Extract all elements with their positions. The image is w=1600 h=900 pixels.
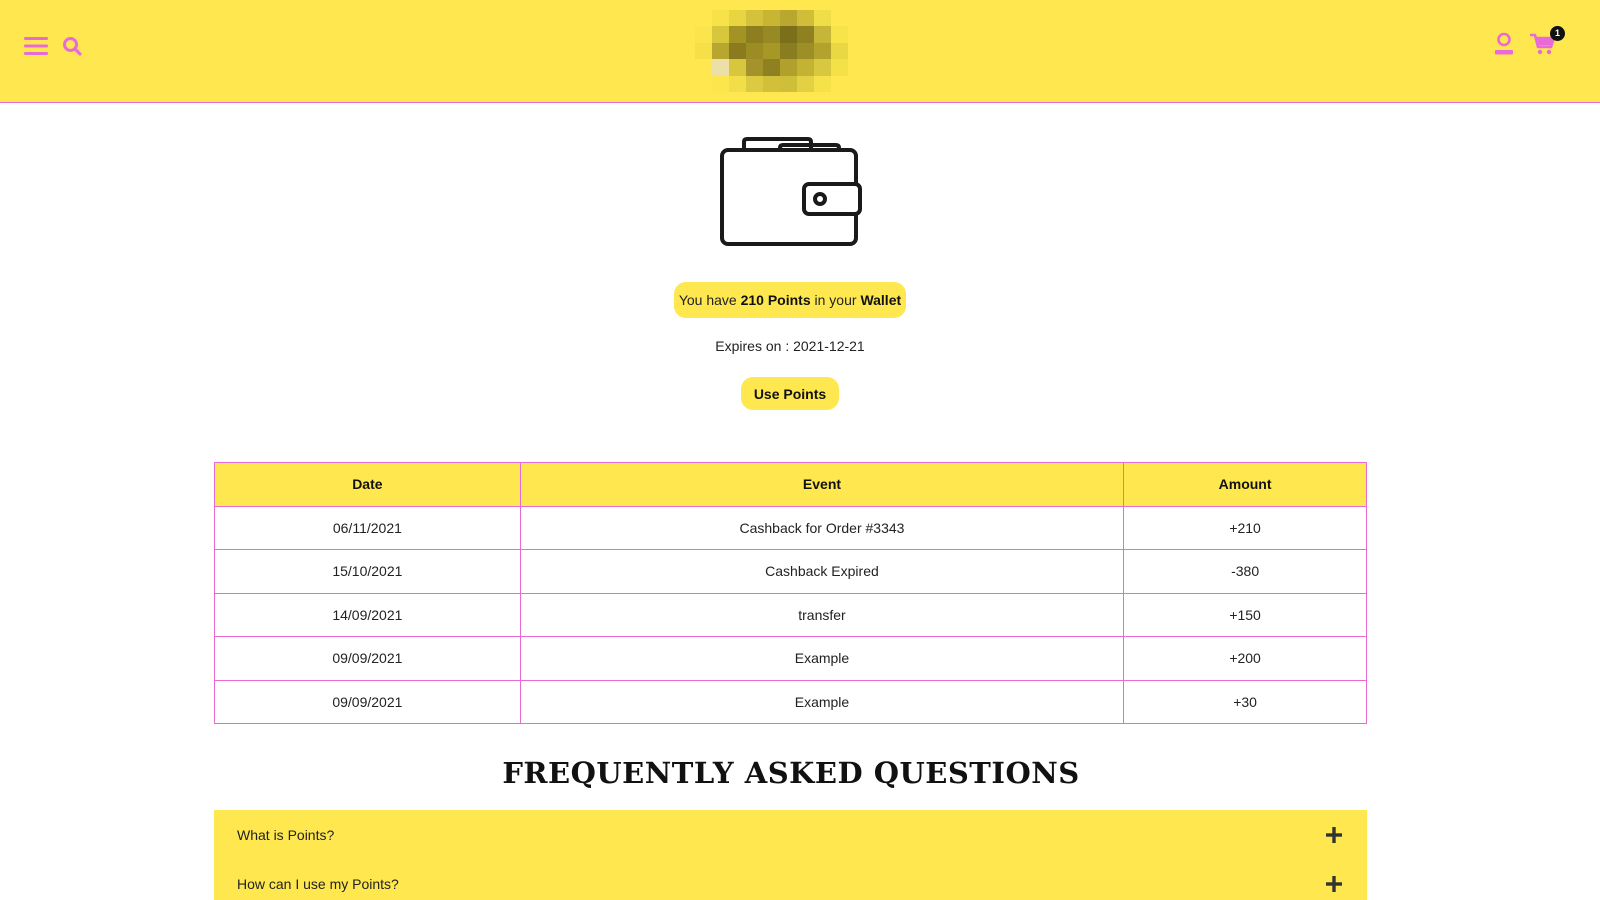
- points-value: 210 Points: [740, 292, 811, 308]
- cell-amount: -380: [1123, 549, 1367, 594]
- hamburger-menu-icon[interactable]: [24, 36, 48, 56]
- cell-amount: +200: [1123, 636, 1367, 681]
- wallet-icon: [718, 136, 868, 248]
- search-icon[interactable]: [62, 36, 82, 56]
- cell-date: 06/11/2021: [214, 505, 521, 550]
- site-header: 1: [0, 0, 1600, 103]
- use-points-button[interactable]: Use Points: [741, 377, 839, 410]
- cell-event: Example: [519, 636, 1125, 681]
- faq-title: FREQUENTLY ASKED QUESTIONS: [502, 756, 1080, 790]
- points-history-table: Date Event Amount 06/11/2021 Cashback fo…: [214, 462, 1367, 724]
- cell-event: Example: [519, 679, 1125, 724]
- faq-question: What is Points?: [237, 826, 335, 843]
- table-row: 09/09/2021 Example +200: [214, 636, 1367, 681]
- wallet-label: Wallet: [860, 292, 902, 308]
- table-row: 14/09/2021 transfer +150: [214, 592, 1367, 637]
- cell-date: 15/10/2021: [214, 549, 521, 594]
- cell-event: transfer: [519, 592, 1125, 637]
- header-left-controls: [24, 36, 82, 56]
- table-row: 06/11/2021 Cashback for Order #3343 +210: [214, 505, 1367, 550]
- faq-accordion: What is Points? How can I use my Points?: [214, 810, 1367, 900]
- user-icon[interactable]: [1494, 32, 1514, 56]
- cell-event: Cashback Expired: [519, 549, 1125, 594]
- plus-icon[interactable]: [1325, 875, 1343, 893]
- plus-icon[interactable]: [1325, 826, 1343, 844]
- column-header-amount: Amount: [1123, 462, 1367, 507]
- cell-date: 14/09/2021: [214, 592, 521, 637]
- faq-item-how-use-points[interactable]: How can I use my Points?: [214, 859, 1367, 900]
- faq-item-what-is-points[interactable]: What is Points?: [214, 810, 1367, 859]
- header-right-controls: 1: [1494, 26, 1565, 56]
- table-row: 15/10/2021 Cashback Expired -380: [214, 549, 1367, 594]
- cell-event: Cashback for Order #3343: [519, 505, 1125, 550]
- table-header-row: Date Event Amount: [214, 462, 1367, 507]
- points-middle-text: in your: [810, 292, 861, 308]
- wallet-points-summary: You have 210 Points in your Wallet: [674, 282, 906, 318]
- faq-question: How can I use my Points?: [237, 875, 399, 892]
- cell-amount: +30: [1123, 679, 1367, 724]
- expiry-text: Expires on : 2021-12-21: [715, 338, 865, 354]
- cell-date: 09/09/2021: [214, 636, 521, 681]
- cart-count-badge: 1: [1550, 26, 1565, 41]
- cell-date: 09/09/2021: [214, 679, 521, 724]
- column-header-date: Date: [214, 462, 521, 507]
- column-header-event: Event: [519, 462, 1125, 507]
- points-prefix-text: You have: [678, 292, 741, 308]
- cell-amount: +150: [1123, 592, 1367, 637]
- table-row: 09/09/2021 Example +30: [214, 679, 1367, 724]
- site-logo[interactable]: [695, 10, 865, 92]
- cart-button[interactable]: 1: [1530, 26, 1565, 56]
- cell-amount: +210: [1123, 505, 1367, 550]
